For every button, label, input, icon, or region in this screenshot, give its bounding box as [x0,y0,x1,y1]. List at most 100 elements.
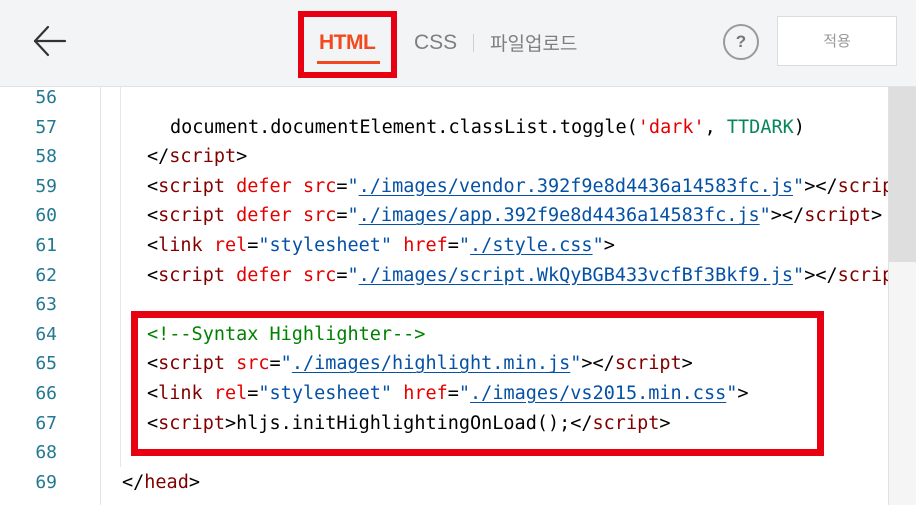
code-token: , [704,116,727,138]
code-token: = [247,383,259,404]
code-line[interactable]: 65 <script src="./images/highlight.min.js… [0,349,888,379]
line-number: 57 [35,116,57,138]
code-line[interactable]: 69 </head> [0,468,888,498]
code-token: = [336,175,348,197]
arrow-left-icon [33,25,67,57]
line-number: 63 [35,294,57,316]
code-token: src [236,353,270,375]
code-link[interactable]: ./images/app.392f9e8d4436a14583fc.js [359,205,760,226]
code-line[interactable]: 58 </script> [0,142,888,172]
code-token: < [147,383,159,404]
code-text: </head> [122,468,200,498]
code-token: </ [122,471,145,493]
code-token: " [793,175,805,197]
line-number: 68 [35,442,57,464]
code-token: 'dark' [637,116,705,138]
line-number: 60 [35,205,57,227]
code-line[interactable]: 57 document.documentElement.classList.tog… [0,113,888,143]
code-token: " [347,175,359,197]
code-link[interactable]: ./images/vs2015.min.css [470,383,726,404]
code-text: <link rel="stylesheet" href="./style.css… [147,231,615,261]
line-number: 64 [35,323,57,345]
code-token: < [147,412,159,434]
line-number: 65 [35,353,57,375]
line-number: 66 [35,383,57,404]
code-token: > [737,383,749,404]
help-button[interactable]: ? [723,24,759,60]
vertical-scrollbar-thumb[interactable] [889,87,916,262]
code-editor[interactable]: 56 57 document.documentElement.classList.t… [0,87,916,505]
code-token: " [726,383,738,404]
code-line[interactable]: 56 [0,83,888,113]
code-token: link [158,383,203,404]
code-line[interactable]: 68 [0,438,888,468]
code-token: > [871,205,883,227]
code-line[interactable]: 60 <script defer src="./images/app.392f9e… [0,201,888,231]
code-token: script [614,353,682,375]
code-text: <script src="./images/highlight.min.js">… [147,349,693,379]
code-token: " [280,353,292,375]
code-token: rel [213,235,248,256]
code-token: src [302,175,337,197]
code-token: < [147,353,159,375]
code-link[interactable]: ./style.css [470,235,593,256]
line-number: 59 [35,175,57,197]
code-line[interactable]: 63 [0,290,888,320]
code-token: src [302,264,337,286]
code-line[interactable]: 66 <link rel="stylesheet" href="./images/… [0,379,888,409]
code-text: <!--Syntax Highlighter--> [147,320,425,350]
code-text: <script defer src="./images/vendor.392f9… [147,172,888,202]
code-token: >hljs.initHighlightingOnLoad();</ [224,412,593,434]
editor-toolbar: HTML CSS 파일업로드 ? 적용 [0,0,916,87]
code-token: > [236,146,248,168]
code-token: rel [213,383,248,404]
code-token: "stylesheet" [258,235,393,256]
line-number: 56 [35,87,57,108]
tab-css[interactable]: CSS [414,28,457,58]
code-token: head [144,471,189,493]
code-text: <link rel="stylesheet" href="./images/vs… [147,379,749,409]
code-token: = [269,353,281,375]
code-token: < [147,205,159,227]
code-token: " [570,353,582,375]
code-token: < [147,175,159,197]
back-button[interactable] [26,18,72,64]
code-token: href [403,235,448,256]
code-line[interactable]: 59 <script defer src="./images/vendor.392… [0,172,888,202]
html-tab-highlight-box [298,11,397,78]
code-token: ) [793,116,805,138]
line-number: 62 [35,264,57,286]
code-token: ></ [804,264,838,286]
code-line[interactable]: 61 <link rel="stylesheet" href="./style.c… [0,231,888,261]
code-token: > [603,235,615,256]
apply-button[interactable]: 적용 [777,16,897,66]
code-link[interactable]: ./images/vendor.392f9e8d4436a14583fc.js [359,176,793,197]
code-token: " [347,205,359,227]
code-token: = [336,264,348,286]
code-line[interactable]: 67 <script>hljs.initHighlightingOnLoad();… [0,409,888,439]
code-line[interactable]: 64 <!--Syntax Highlighter--> [0,320,888,350]
code-token: script [158,175,225,197]
code-token: document.documentElement.classList.toggl… [170,116,638,138]
code-token: TTDARK [726,116,794,138]
code-line[interactable]: 62 <script defer src="./images/script.WkQ… [0,261,888,291]
code-token: " [592,235,604,256]
line-number: 67 [35,412,57,434]
code-link[interactable]: ./images/script.WkQyBGB433vcfBf3Bkf9.js [359,265,793,286]
code-link[interactable]: ./images/highlight.min.js [292,353,570,374]
code-token: ></ [581,353,615,375]
code-token: "stylesheet" [258,383,393,404]
tab-file-upload[interactable]: 파일업로드 [490,29,577,59]
code-token: > [681,353,693,375]
line-number: 58 [35,146,57,168]
code-token: defer [236,205,292,227]
